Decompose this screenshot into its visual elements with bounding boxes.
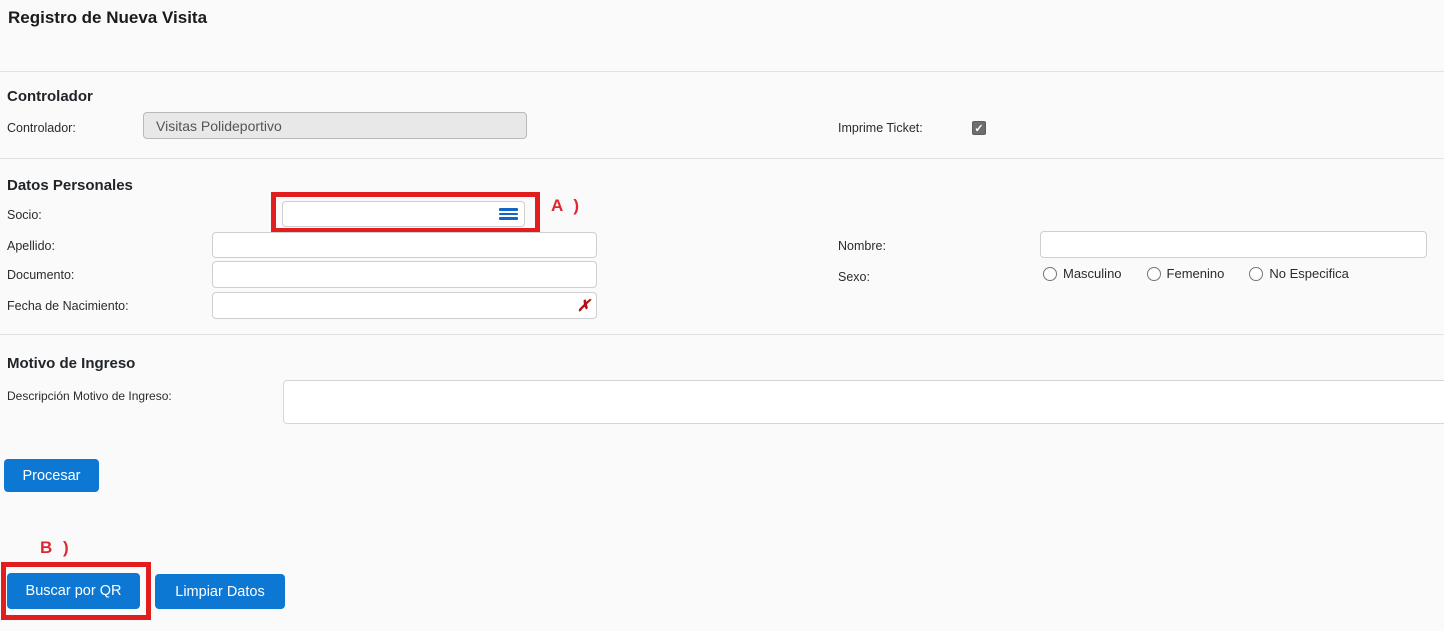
- registro-nueva-visita-page: { "page": { "title": "Registro de Nueva …: [0, 0, 1444, 631]
- annotation-label-b: B ): [40, 538, 72, 558]
- checkmark-icon: ✓: [974, 122, 983, 135]
- apellido-input[interactable]: [212, 232, 597, 258]
- nombre-input[interactable]: [1040, 231, 1427, 258]
- fecha-nacimiento-label: Fecha de Nacimiento:: [7, 299, 129, 313]
- radio-circle-icon: [1249, 267, 1263, 281]
- descripcion-motivo-label: Descripción Motivo de Ingreso:: [7, 389, 172, 403]
- fecha-nacimiento-input[interactable]: [212, 292, 597, 319]
- divider-under-datos-personales: [0, 334, 1444, 335]
- radio-circle-icon: [1147, 267, 1161, 281]
- annotation-label-a: A ): [551, 196, 582, 216]
- socio-lookup-menu-icon[interactable]: [499, 208, 518, 220]
- controlador-input: [143, 112, 527, 139]
- sexo-radio-femenino[interactable]: Femenino: [1147, 266, 1225, 281]
- controlador-section-heading: Controlador: [7, 88, 93, 105]
- sexo-option-label: No Especifica: [1269, 266, 1348, 281]
- sexo-option-label: Femenino: [1167, 266, 1225, 281]
- socio-input[interactable]: [282, 201, 525, 227]
- fecha-clear-x-icon[interactable]: ✗: [577, 296, 590, 316]
- sexo-radio-no-especifica[interactable]: No Especifica: [1249, 266, 1348, 281]
- documento-input[interactable]: [212, 261, 597, 288]
- documento-label: Documento:: [7, 268, 74, 282]
- motivo-ingreso-section-heading: Motivo de Ingreso: [7, 355, 135, 372]
- imprime-ticket-label: Imprime Ticket:: [838, 121, 923, 135]
- nombre-label: Nombre:: [838, 239, 886, 253]
- radio-circle-icon: [1043, 267, 1057, 281]
- descripcion-motivo-textarea[interactable]: [283, 380, 1444, 424]
- procesar-button[interactable]: Procesar: [4, 459, 99, 492]
- page-title: Registro de Nueva Visita: [8, 8, 207, 28]
- datos-personales-section-heading: Datos Personales: [7, 177, 133, 194]
- sexo-radio-masculino[interactable]: Masculino: [1043, 266, 1122, 281]
- imprime-ticket-checkbox[interactable]: ✓: [972, 121, 986, 135]
- controlador-label: Controlador:: [7, 121, 76, 135]
- limpiar-datos-button[interactable]: Limpiar Datos: [155, 574, 285, 609]
- sexo-label: Sexo:: [838, 270, 870, 284]
- apellido-label: Apellido:: [7, 239, 55, 253]
- divider-under-controlador: [0, 158, 1444, 159]
- socio-label: Socio:: [7, 208, 42, 222]
- sexo-option-label: Masculino: [1063, 266, 1122, 281]
- divider-under-title: [0, 71, 1444, 72]
- buscar-por-qr-button[interactable]: Buscar por QR: [7, 573, 140, 609]
